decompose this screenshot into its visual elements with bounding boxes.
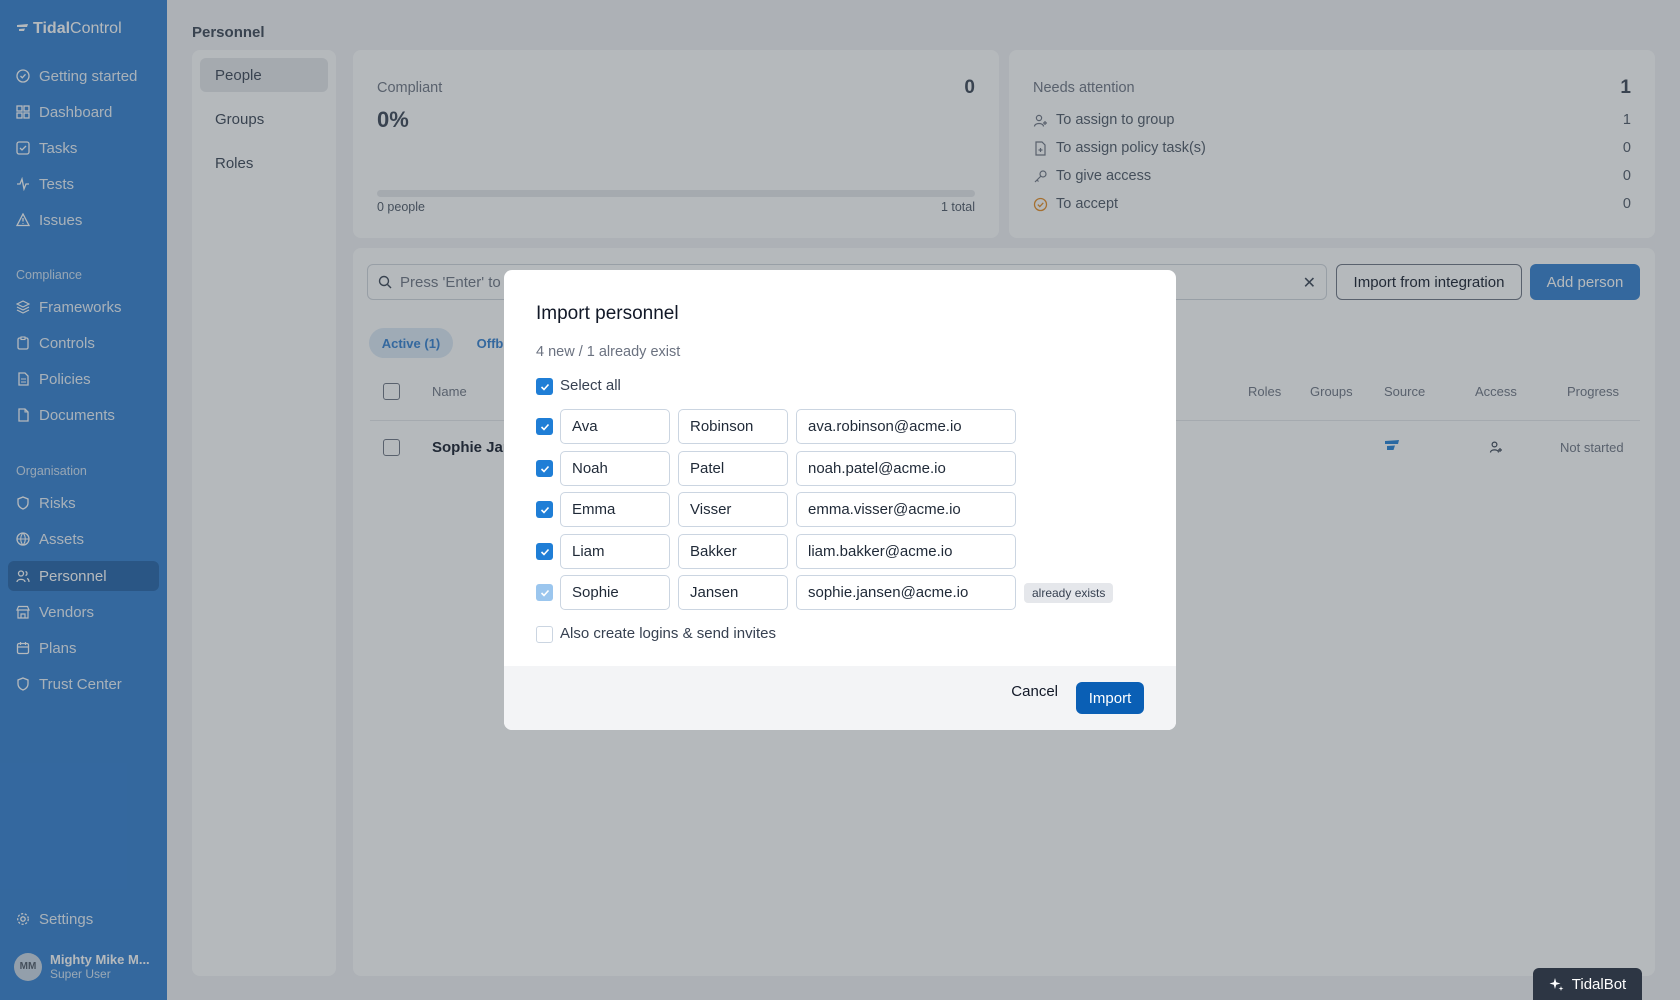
- send-invites-checkbox[interactable]: [536, 626, 553, 643]
- row-checkbox[interactable]: [536, 501, 553, 518]
- checkmark-icon: [540, 589, 549, 597]
- dialog-footer: Cancel Import: [504, 666, 1176, 730]
- tidalbot-button[interactable]: TidalBot: [1533, 968, 1642, 1000]
- last-name-field[interactable]: Visser: [678, 492, 788, 527]
- row-checkbox[interactable]: [536, 418, 553, 435]
- checkmark-icon: [540, 383, 549, 391]
- checkmark-icon: [540, 465, 549, 473]
- email-field[interactable]: ava.robinson@acme.io: [796, 409, 1016, 444]
- email-field[interactable]: liam.bakker@acme.io: [796, 534, 1016, 569]
- send-invites-label[interactable]: Also create logins & send invites: [560, 625, 776, 642]
- checkmark-icon: [540, 423, 549, 431]
- select-all-label[interactable]: Select all: [560, 377, 621, 394]
- import-button[interactable]: Import: [1076, 682, 1144, 714]
- last-name-field[interactable]: Jansen: [678, 575, 788, 610]
- email-field[interactable]: noah.patel@acme.io: [796, 451, 1016, 486]
- first-name-field[interactable]: Liam: [560, 534, 670, 569]
- sparkle-icon: [1549, 977, 1564, 991]
- first-name-field[interactable]: Sophie: [560, 575, 670, 610]
- dialog-subtitle: 4 new / 1 already exist: [536, 344, 681, 360]
- checkmark-icon: [540, 506, 549, 514]
- tidalbot-label: TidalBot: [1571, 975, 1627, 993]
- row-checkbox: [536, 584, 553, 601]
- checkmark-icon: [540, 548, 549, 556]
- last-name-field[interactable]: Bakker: [678, 534, 788, 569]
- row-checkbox[interactable]: [536, 460, 553, 477]
- email-field[interactable]: emma.visser@acme.io: [796, 492, 1016, 527]
- first-name-field[interactable]: Emma: [560, 492, 670, 527]
- cancel-button[interactable]: Cancel: [1011, 683, 1058, 700]
- first-name-field[interactable]: Ava: [560, 409, 670, 444]
- import-personnel-dialog: Import personnel 4 new / 1 already exist…: [504, 270, 1176, 730]
- last-name-field[interactable]: Patel: [678, 451, 788, 486]
- dialog-title: Import personnel: [536, 303, 679, 324]
- last-name-field[interactable]: Robinson: [678, 409, 788, 444]
- select-all-checkbox[interactable]: [536, 378, 553, 395]
- email-field[interactable]: sophie.jansen@acme.io: [796, 575, 1016, 610]
- first-name-field[interactable]: Noah: [560, 451, 670, 486]
- already-exists-badge: already exists: [1024, 583, 1114, 603]
- row-checkbox[interactable]: [536, 543, 553, 560]
